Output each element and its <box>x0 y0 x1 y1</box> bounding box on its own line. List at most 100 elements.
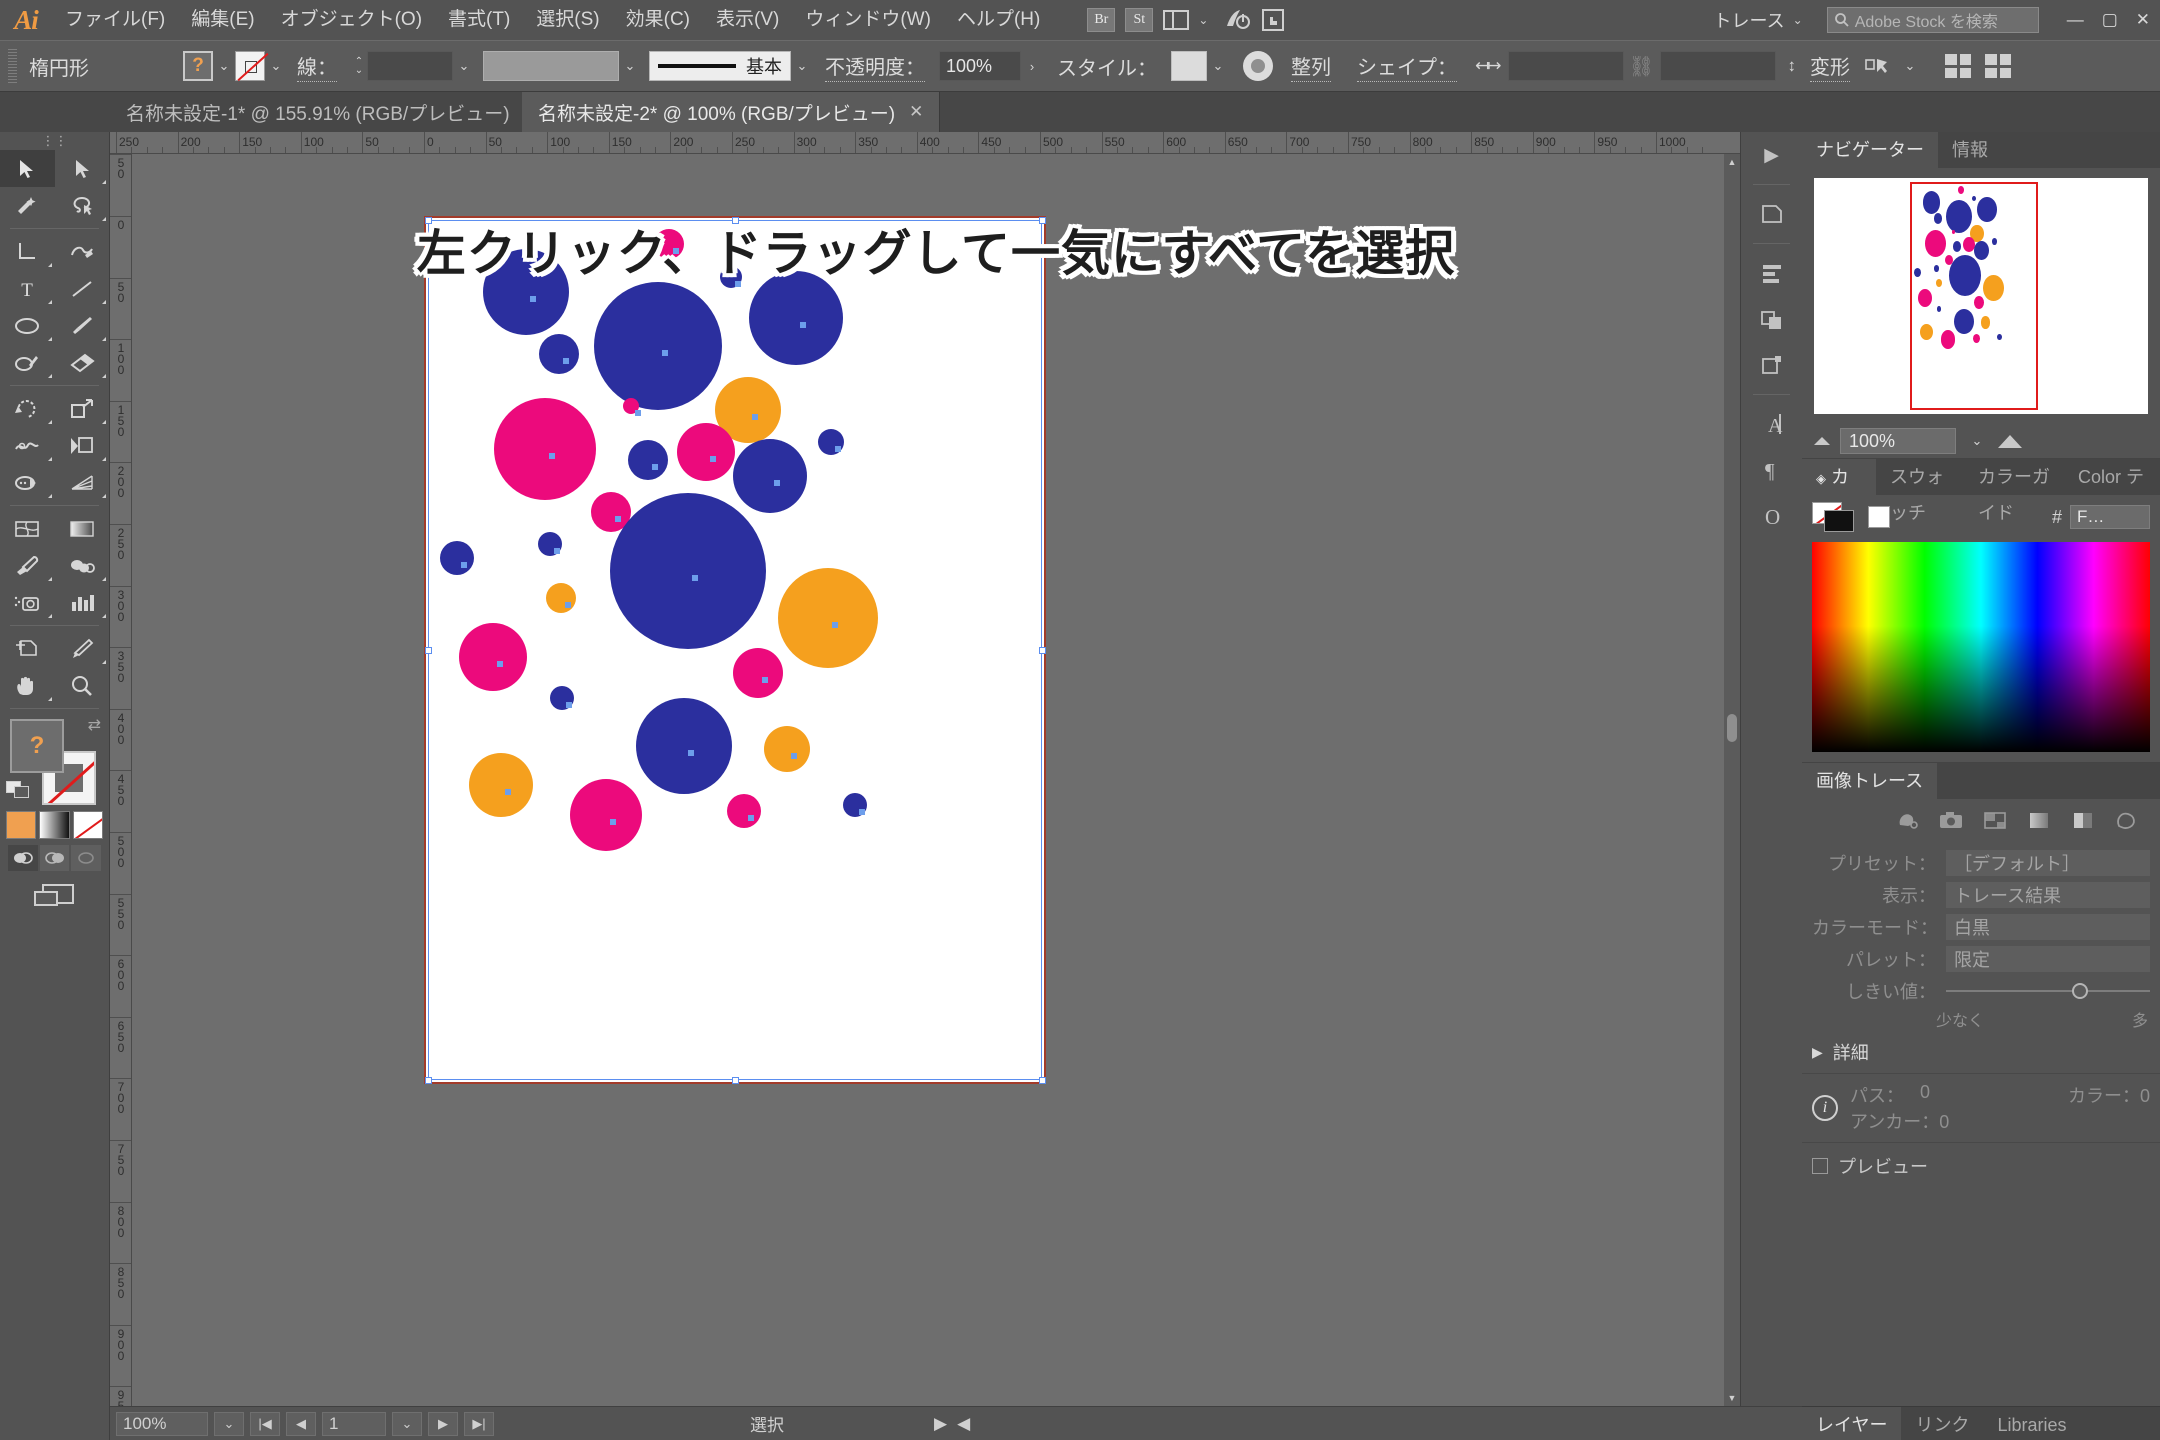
stroke-swatch-button[interactable] <box>235 51 265 81</box>
shaper-tool[interactable] <box>0 344 55 381</box>
stroke-weight-stepper[interactable]: ⌃ ⌄ <box>351 51 367 81</box>
stroke-weight-input[interactable] <box>367 51 453 81</box>
blend-tool[interactable] <box>55 547 110 584</box>
low-color-icon[interactable] <box>1982 809 2008 837</box>
magic-wand-tool[interactable] <box>0 187 55 224</box>
canvas-vertical-scrollbar[interactable]: ▲ ▼ <box>1724 154 1740 1406</box>
window-maximize-button[interactable]: ▢ <box>2102 10 2118 30</box>
color-fill-stroke-swatches[interactable] <box>1812 502 1858 532</box>
tab-libraries[interactable]: Libraries <box>1983 1407 2081 1440</box>
outline-icon[interactable] <box>2114 809 2140 837</box>
navigator-zoom-chevron-down-icon[interactable]: ⌄ <box>1966 426 1988 456</box>
document-tab-2-close-icon[interactable]: ✕ <box>909 102 923 122</box>
vertical-scroll-thumb[interactable] <box>1727 714 1737 742</box>
zoom-in-icon[interactable] <box>1998 434 2022 448</box>
view-dropdown[interactable]: トレース結果 <box>1946 882 2150 908</box>
transform-panel-icon[interactable] <box>1741 342 1802 388</box>
menu-view[interactable]: 表示(V) <box>703 0 792 40</box>
selection-tool[interactable] <box>0 150 55 187</box>
paintbrush-tool[interactable] <box>55 307 110 344</box>
selection-handle[interactable] <box>425 647 432 654</box>
artboards-panel-icon[interactable] <box>1741 191 1802 237</box>
selection-handle[interactable] <box>732 1077 739 1084</box>
preset-dropdown[interactable]: ［デフォルト］ <box>1946 850 2150 876</box>
perspective-grid-tool[interactable] <box>55 464 110 501</box>
artboard-tool[interactable] <box>0 630 55 667</box>
pen-tool[interactable] <box>0 233 55 270</box>
threshold-slider[interactable] <box>1946 978 2150 1004</box>
stock-search-input[interactable]: Adobe Stock を検索 <box>1826 7 2039 33</box>
last-artboard-button[interactable]: ▶| <box>464 1411 494 1436</box>
scroll-down-icon[interactable]: ▼ <box>1724 1390 1740 1406</box>
graphic-style-swatch[interactable] <box>1171 51 1207 81</box>
window-close-button[interactable]: ✕ <box>2136 10 2150 30</box>
symbol-sprayer-tool[interactable] <box>0 584 55 621</box>
stroke-style-chevron-down-icon[interactable]: ⌄ <box>619 51 641 81</box>
bridge-button[interactable]: Br <box>1087 8 1116 32</box>
slice-tool[interactable] <box>55 630 110 667</box>
navigator-view-box[interactable] <box>1910 182 2038 410</box>
transform-label[interactable]: 変形 <box>1810 51 1850 82</box>
opacity-input[interactable]: 100% <box>939 51 1021 81</box>
arrange-documents-icon[interactable] <box>1163 10 1190 30</box>
curvature-tool[interactable] <box>55 233 110 270</box>
window-minimize-button[interactable]: — <box>2067 10 2084 30</box>
paragraph-panel-icon[interactable]: ¶ <box>1741 447 1802 493</box>
height-input[interactable] <box>1659 51 1776 81</box>
navigator-preview[interactable] <box>1814 178 2148 414</box>
artboard-chevron-down-icon[interactable]: ⌄ <box>392 1411 422 1436</box>
horizontal-ruler[interactable]: 250 200 150 100 50 0 50 100 150 200 250 300 350 400 45… <box>110 132 1740 154</box>
draw-behind-button[interactable] <box>39 845 70 871</box>
menu-window[interactable]: ウィンドウ(W) <box>792 0 944 40</box>
first-artboard-button[interactable]: |◀ <box>250 1411 280 1436</box>
panel-expand-icon[interactable]: ▶ <box>1741 132 1802 178</box>
palette-dropdown[interactable]: 限定 <box>1946 946 2150 972</box>
tab-links[interactable]: リンク <box>1901 1407 1984 1440</box>
arrange-chevron-down-icon[interactable]: ⌄ <box>1198 13 1208 27</box>
tab-layers[interactable]: レイヤー <box>1802 1407 1902 1440</box>
column-graph-tool[interactable] <box>55 584 110 621</box>
selection-handle[interactable] <box>425 1077 432 1084</box>
fill-color-swatch[interactable]: ? <box>10 719 64 773</box>
link-dimensions-icon[interactable]: ⛓ <box>1629 53 1654 79</box>
ellipse-tool[interactable] <box>0 307 55 344</box>
stroke-weight-chevron-down-icon[interactable]: ⌄ <box>453 51 475 81</box>
selection-handle[interactable] <box>1039 647 1046 654</box>
preview-checkbox-row[interactable]: プレビュー <box>1802 1143 2160 1189</box>
color-mode-dropdown[interactable]: 白黒 <box>1946 914 2150 940</box>
menu-effect[interactable]: 効果(C) <box>613 0 703 40</box>
tab-image-trace[interactable]: 画像トレース <box>1802 763 1938 799</box>
opentype-panel-icon[interactable]: O <box>1741 493 1802 539</box>
tab-color-themes[interactable]: Color テーマ <box>2064 459 2160 523</box>
threshold-slider-knob[interactable] <box>2072 983 2089 999</box>
align-panel-icon[interactable] <box>1985 54 2011 78</box>
menu-type[interactable]: 書式(T) <box>435 0 523 40</box>
menu-help[interactable]: ヘルプ(H) <box>944 0 1053 40</box>
align-panel-icon[interactable] <box>1741 250 1802 296</box>
pathfinder-panel-icon[interactable] <box>1741 296 1802 342</box>
stroke-profile-dropdown[interactable]: 基本 <box>649 51 791 81</box>
fill-chevron-down-icon[interactable]: ⌄ <box>213 51 235 81</box>
status-zoom-chevron-down-icon[interactable]: ⌄ <box>214 1411 244 1436</box>
menu-object[interactable]: オブジェクト(O) <box>268 0 435 40</box>
default-fill-stroke-icon[interactable] <box>6 781 32 799</box>
zoom-out-icon[interactable] <box>1814 437 1830 445</box>
status-zoom-input[interactable]: 100% <box>116 1411 208 1436</box>
transform-chevron-down-icon[interactable]: ⌄ <box>1899 51 1921 81</box>
status-resize-icon[interactable]: ◀ <box>957 1414 970 1434</box>
hex-input[interactable]: F… <box>2070 505 2150 529</box>
menu-select[interactable]: 選択(S) <box>523 0 612 40</box>
next-artboard-button[interactable]: ▶ <box>428 1411 458 1436</box>
scale-tool[interactable] <box>55 390 110 427</box>
color-mode-color-button[interactable] <box>6 811 37 839</box>
free-transform-tool[interactable] <box>55 427 110 464</box>
previous-artboard-button[interactable]: ◀ <box>286 1411 316 1436</box>
tab-swatches[interactable]: スウォッチ <box>1876 459 1964 523</box>
hand-tool[interactable] <box>0 667 55 704</box>
stroke-chevron-down-icon[interactable]: ⌄ <box>265 51 287 81</box>
stroke-profile-chevron-down-icon[interactable]: ⌄ <box>791 51 813 81</box>
line-segment-tool[interactable] <box>55 270 110 307</box>
draw-inside-button[interactable] <box>71 845 102 871</box>
document-tab-2[interactable]: 名称未設定-2* @ 100% (RGB/プレビュー) ✕ <box>522 92 941 132</box>
scroll-up-icon[interactable]: ▲ <box>1724 154 1740 170</box>
